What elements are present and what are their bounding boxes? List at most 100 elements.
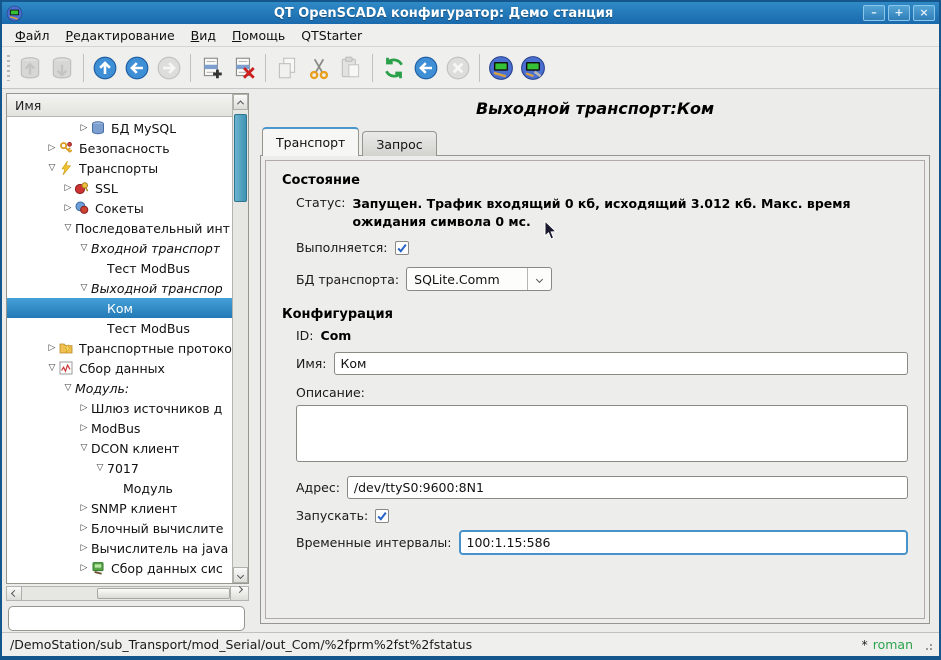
- vertical-scroll-thumb[interactable]: [234, 114, 247, 202]
- tree-item[interactable]: ▽Транспорты: [7, 158, 232, 178]
- minimize-button[interactable]: –: [863, 5, 885, 21]
- menu-item-4[interactable]: QTStarter: [294, 26, 369, 45]
- cut-item-button[interactable]: [303, 52, 335, 84]
- refresh-button[interactable]: [378, 52, 410, 84]
- tree-item[interactable]: ▷БД MySQL: [7, 118, 232, 138]
- tree-item[interactable]: ▽7017: [7, 458, 232, 478]
- menu-item-3[interactable]: Помощь: [225, 26, 292, 45]
- tree-horizontal-scrollbar[interactable]: [6, 586, 249, 601]
- expand-arrow-icon[interactable]: ▷: [77, 523, 91, 533]
- expand-arrow-icon[interactable]: ▷: [45, 143, 59, 153]
- tree-item[interactable]: ▷ModBus: [7, 418, 232, 438]
- collapse-arrow-icon[interactable]: ▽: [77, 443, 91, 453]
- tree-item[interactable]: Тест ModBus: [7, 258, 232, 278]
- expand-arrow-icon[interactable]: ▷: [45, 343, 59, 353]
- tree-item[interactable]: ▷Транспортные протоко: [7, 338, 232, 358]
- running-checkbox[interactable]: [395, 241, 409, 255]
- collapse-arrow-icon[interactable]: ▽: [45, 163, 59, 173]
- status-value: Запущен. Трафик входящий 0 кб, исходящий…: [352, 195, 908, 231]
- tree-item[interactable]: ▷Сбор данных сис: [7, 558, 232, 578]
- scroll-up-icon[interactable]: [233, 94, 248, 110]
- resize-grip[interactable]: [921, 639, 933, 651]
- tree-item[interactable]: ▷Вычислитель на java: [7, 538, 232, 558]
- tree-item[interactable]: ▽Входной транспорт: [7, 238, 232, 258]
- tree-item[interactable]: ▽DCON клиент: [7, 438, 232, 458]
- tab-0[interactable]: Транспорт: [262, 127, 359, 156]
- description-field[interactable]: [296, 405, 908, 462]
- green-module-icon: [91, 561, 107, 575]
- scroll-down-icon[interactable]: [233, 567, 248, 583]
- transport-db-value: SQLite.Comm: [407, 272, 527, 287]
- transport-db-select[interactable]: SQLite.Comm: [406, 267, 552, 291]
- toolbar: [2, 47, 939, 89]
- collapse-arrow-icon[interactable]: ▽: [93, 463, 107, 473]
- expand-arrow-icon[interactable]: ▷: [77, 423, 91, 433]
- tree-item[interactable]: ▷Безопасность: [7, 138, 232, 158]
- expand-arrow-icon[interactable]: ▷: [77, 503, 91, 513]
- app-window: QT OpenSCADA конфигуратор: Демо станция …: [0, 0, 941, 660]
- tree-item-label: Модуль: [123, 481, 173, 496]
- tree-vertical-scrollbar[interactable]: [232, 94, 248, 583]
- qt-starter-config-button[interactable]: [485, 52, 517, 84]
- tree-item-label: DCON клиент: [91, 441, 179, 456]
- maximize-button[interactable]: +: [888, 5, 910, 21]
- go-up-button[interactable]: [89, 52, 121, 84]
- expand-arrow-icon[interactable]: ▷: [61, 183, 75, 193]
- tree-item[interactable]: ▽Модуль:: [7, 378, 232, 398]
- chevron-down-icon[interactable]: [527, 268, 551, 290]
- menu-item-1[interactable]: Редактирование: [59, 26, 182, 45]
- start-button[interactable]: [410, 52, 442, 84]
- start-checkbox[interactable]: [375, 509, 389, 523]
- expand-arrow-icon[interactable]: ▷: [77, 123, 91, 133]
- paste-item-button: [335, 52, 367, 84]
- go-back-button[interactable]: [121, 52, 153, 84]
- close-button[interactable]: ×: [913, 5, 935, 21]
- delete-item-button[interactable]: [228, 52, 260, 84]
- ssl-icon: [75, 181, 91, 195]
- tree-item-label: Сбор данных: [79, 361, 165, 376]
- tree-item[interactable]: ▷SNMP клиент: [7, 498, 232, 518]
- timings-field[interactable]: [459, 530, 909, 555]
- tree-item[interactable]: ▷SSL: [7, 178, 232, 198]
- tree-item[interactable]: Модуль: [7, 478, 232, 498]
- tree-item[interactable]: Ком: [7, 298, 232, 318]
- tree-item[interactable]: ▷Сокеты: [7, 198, 232, 218]
- tree-item[interactable]: ▽Выходной транспор: [7, 278, 232, 298]
- status-row: Статус: Запущен. Трафик входящий 0 кб, и…: [296, 195, 908, 231]
- expand-arrow-icon[interactable]: ▷: [77, 543, 91, 553]
- address-field[interactable]: [347, 476, 908, 499]
- security-icon: [59, 141, 75, 155]
- address-label: Адрес:: [296, 480, 340, 495]
- tree-item-label: Шлюз источников д: [91, 401, 222, 416]
- menu-item-0[interactable]: Файл: [8, 26, 57, 45]
- expand-arrow-icon[interactable]: ▷: [77, 403, 91, 413]
- tree-item[interactable]: ▷Блочный вычислите: [7, 518, 232, 538]
- tree-header[interactable]: Имя: [7, 94, 232, 117]
- menu-item-2[interactable]: Вид: [184, 26, 223, 45]
- collapse-arrow-icon[interactable]: ▽: [45, 363, 59, 373]
- expand-arrow-icon[interactable]: ▷: [61, 203, 75, 213]
- tree-item[interactable]: ▽ Сбор данных: [7, 358, 232, 378]
- expand-arrow-icon[interactable]: ▷: [77, 563, 91, 573]
- collapse-arrow-icon[interactable]: ▽: [61, 383, 75, 393]
- start-label: Запускать:: [296, 508, 368, 523]
- tree-item[interactable]: Тест ModBus: [7, 318, 232, 338]
- tree-item-label: Тест ModBus: [107, 321, 190, 336]
- horizontal-scroll-thumb[interactable]: [97, 588, 230, 599]
- collapse-arrow-icon[interactable]: ▽: [77, 283, 91, 293]
- tree-item[interactable]: ▷Шлюз источников д: [7, 398, 232, 418]
- collapse-arrow-icon[interactable]: ▽: [61, 223, 75, 233]
- tab-1[interactable]: Запрос: [362, 131, 436, 156]
- titlebar[interactable]: QT OpenSCADA конфигуратор: Демо станция …: [2, 2, 939, 24]
- scroll-left-icon[interactable]: [7, 587, 22, 600]
- scroll-right-icon[interactable]: [230, 587, 248, 600]
- collapse-arrow-icon[interactable]: ▽: [77, 243, 91, 253]
- tree-item[interactable]: ▽Последовательный инт: [7, 218, 232, 238]
- toolbar-handle[interactable]: [7, 55, 10, 81]
- status-path: /DemoStation/sub_Transport/mod_Serial/ou…: [10, 637, 861, 652]
- statusbar: /DemoStation/sub_Transport/mod_Serial/ou…: [2, 632, 939, 656]
- name-field[interactable]: [334, 352, 908, 375]
- add-item-button[interactable]: [196, 52, 228, 84]
- qt-starter-tools-button[interactable]: [517, 52, 549, 84]
- tree-filter-input[interactable]: [8, 606, 245, 631]
